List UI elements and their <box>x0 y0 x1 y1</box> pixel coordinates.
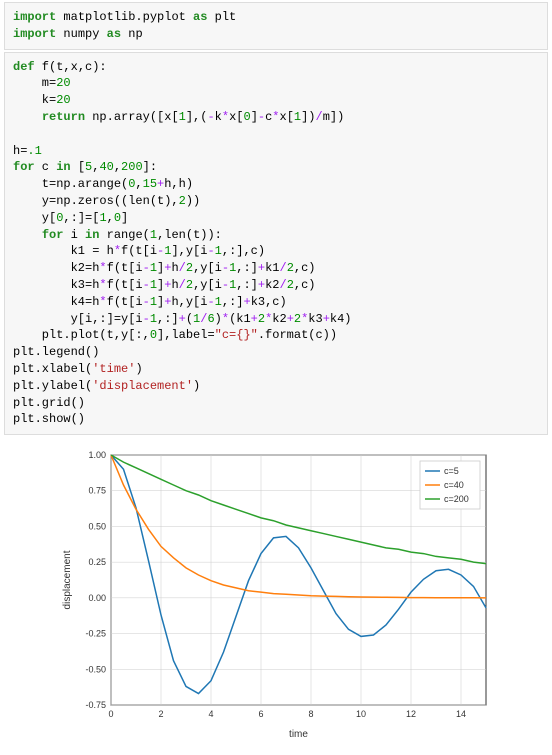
ytick-label: 0.00 <box>88 593 106 603</box>
ytick-label: -0.75 <box>85 700 106 710</box>
xtick-label: 2 <box>158 709 163 719</box>
xtick-label: 14 <box>456 709 466 719</box>
xtick-label: 6 <box>258 709 263 719</box>
ytick-label: 1.00 <box>88 450 106 460</box>
ytick-label: -0.25 <box>85 629 106 639</box>
xtick-label: 4 <box>208 709 213 719</box>
chart-container: 0 2 4 6 8 10 12 14 -0.75 -0.50 -0.25 0.00 0.25 0.50 0.… <box>56 445 496 745</box>
ytick-label: -0.50 <box>85 664 106 674</box>
xlabel: time <box>289 729 308 740</box>
legend-label: c=5 <box>444 466 459 476</box>
legend-label: c=200 <box>444 494 469 504</box>
line-chart: 0 2 4 6 8 10 12 14 -0.75 -0.50 -0.25 0.00 0.25 0.50 0.… <box>56 445 496 745</box>
xtick-label: 0 <box>108 709 113 719</box>
legend-label: c=40 <box>444 480 464 490</box>
code-block-main: def f(t,x,c): m=20 k=20 return np.array(… <box>4 52 548 436</box>
xtick-label: 8 <box>308 709 313 719</box>
ytick-label: 0.75 <box>88 486 106 496</box>
ytick-label: 0.50 <box>88 522 106 532</box>
ytick-label: 0.25 <box>88 557 106 567</box>
xtick-label: 12 <box>406 709 416 719</box>
ylabel: displacement <box>62 550 73 609</box>
code-block-imports: import matplotlib.pyplot as plt import n… <box>4 2 548 50</box>
xtick-label: 10 <box>356 709 366 719</box>
